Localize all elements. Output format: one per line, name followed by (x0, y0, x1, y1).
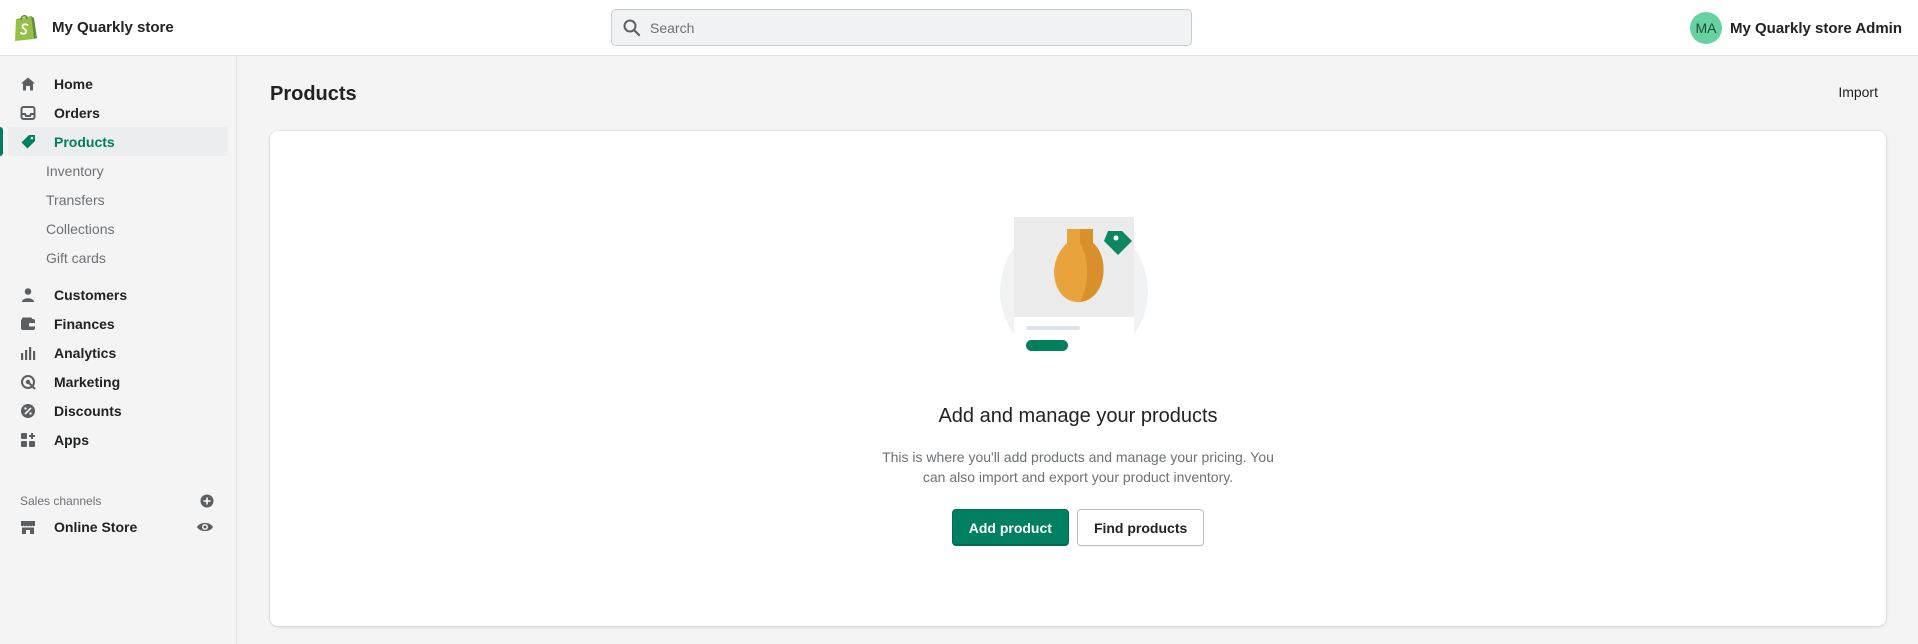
sidebar-item-analytics[interactable]: Analytics (8, 338, 228, 367)
sidebar-item-discounts[interactable]: Discounts (8, 396, 228, 425)
sidebar-item-label: Customers (54, 286, 128, 303)
sidebar-item-label: Home (54, 75, 93, 92)
inbox-icon (20, 105, 36, 121)
sidebar-item-customers[interactable]: Customers (8, 280, 228, 309)
sidebar-item-label: Products (54, 133, 115, 150)
tag-icon (20, 134, 36, 150)
shopify-logo-icon (15, 14, 37, 41)
product-illustration-icon (1000, 217, 1148, 359)
find-products-button[interactable]: Find products (1076, 509, 1205, 546)
sales-channels-label: Sales channels (20, 494, 102, 508)
sidebar-item-online-store[interactable]: Online Store (8, 512, 228, 541)
discount-icon (20, 403, 36, 419)
eye-icon[interactable] (196, 518, 214, 536)
avatar: MA (1690, 12, 1722, 44)
search-icon (623, 19, 641, 36)
user-name: My Quarkly store Admin (1730, 19, 1902, 37)
home-icon (20, 76, 36, 92)
sidebar-subitem-collections[interactable]: Collections (0, 214, 236, 243)
apps-icon (20, 432, 36, 448)
sidebar-nav-secondary: Customers Finances Analytics Marketing D… (0, 280, 236, 454)
sidebar-item-label: Apps (54, 431, 89, 448)
sidebar-item-label: Orders (54, 104, 100, 121)
brand[interactable]: My Quarkly store (12, 12, 174, 42)
sidebar-item-label: Discounts (54, 402, 122, 419)
empty-state-description: This is where you'll add products and ma… (882, 449, 1274, 485)
sidebar: Home Orders Products Inventory Transfers… (0, 56, 237, 644)
wallet-icon (20, 316, 36, 332)
sidebar-subitem-transfers[interactable]: Transfers (0, 185, 236, 214)
sales-channels-header: Sales channels (0, 490, 236, 512)
sidebar-item-apps[interactable]: Apps (8, 425, 228, 454)
sidebar-item-orders[interactable]: Orders (8, 98, 228, 127)
sidebar-item-label: Marketing (54, 373, 121, 390)
empty-state-actions: Add product Find products (270, 509, 1886, 546)
sidebar-item-label: Analytics (54, 344, 117, 361)
sidebar-item-finances[interactable]: Finances (8, 309, 228, 338)
target-icon (20, 374, 36, 390)
sidebar-item-products[interactable]: Products (0, 127, 228, 156)
top-bar: My Quarkly store MA My Quarkly store Adm… (0, 0, 1918, 56)
import-button[interactable]: Import (1838, 84, 1878, 100)
sidebar-item-home[interactable]: Home (8, 69, 228, 98)
store-name: My Quarkly store (52, 18, 174, 36)
empty-state-title: Add and manage your products (938, 405, 1218, 427)
person-icon (20, 287, 36, 303)
sidebar-subitem-inventory[interactable]: Inventory (0, 156, 236, 185)
sidebar-nav: Home Orders Products (0, 56, 236, 156)
store-icon (20, 519, 36, 535)
search-input[interactable] (650, 12, 1170, 43)
add-product-button[interactable]: Add product (951, 509, 1069, 546)
user-menu[interactable]: MA My Quarkly store Admin (1690, 12, 1902, 44)
page-title: Products (270, 83, 357, 105)
sidebar-item-label: Online Store (54, 518, 138, 535)
sidebar-subitem-gift-cards[interactable]: Gift cards (0, 243, 236, 272)
sales-channels-list: Online Store (0, 512, 236, 541)
empty-state-card: Add and manage your products This is whe… (270, 131, 1886, 626)
add-channel-icon[interactable] (200, 494, 214, 508)
search-bar[interactable] (611, 9, 1192, 46)
sidebar-item-label: Finances (54, 315, 115, 332)
bar-chart-icon (20, 345, 36, 361)
sidebar-item-marketing[interactable]: Marketing (8, 367, 228, 396)
